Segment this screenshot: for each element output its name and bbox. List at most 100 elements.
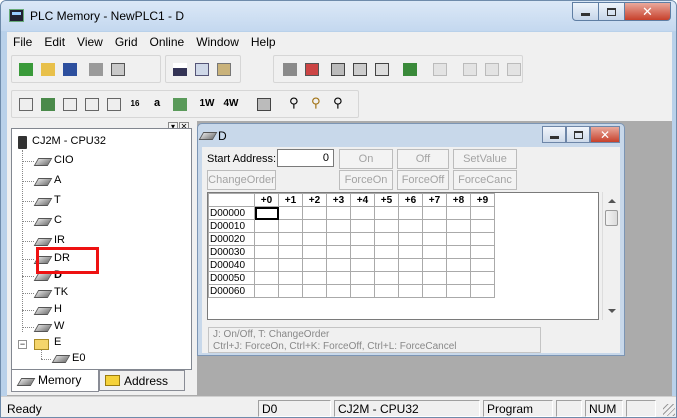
grid-scrollbar[interactable] [602,192,619,320]
grid-cell[interactable] [470,232,495,246]
grid-cell[interactable] [302,219,327,233]
grid-cell[interactable] [350,245,375,259]
grid-cell[interactable] [470,245,495,259]
grid-cell[interactable] [398,219,423,233]
scroll-up-icon[interactable] [608,199,616,203]
menu-file[interactable]: File [7,35,38,49]
grid-column-header[interactable]: +8 [446,193,471,207]
grid-cell[interactable] [278,232,303,246]
grid-column-header[interactable]: +5 [374,193,399,207]
grid-cell[interactable] [374,271,399,285]
grid-cell[interactable] [254,258,279,272]
grid-cell[interactable] [374,258,399,272]
collapse-icon[interactable]: − [18,340,27,349]
bcd-button[interactable] [103,94,123,114]
grid-cell[interactable] [254,206,279,220]
clear-button[interactable] [399,59,419,79]
open-button[interactable] [37,59,57,79]
grid-cell[interactable] [422,232,447,246]
grid-cell[interactable] [350,232,375,246]
grid-column-header[interactable]: +2 [302,193,327,207]
grid-cell[interactable] [350,206,375,220]
menu-edit[interactable]: Edit [38,35,71,49]
inner-maximize-button[interactable] [566,126,590,143]
grid-cell[interactable] [302,206,327,220]
tree-root-cpu[interactable]: CJ2M - CPU32 [32,135,106,147]
grid-cell[interactable] [422,258,447,272]
grid-cell[interactable] [398,284,423,298]
grid-cell[interactable] [350,284,375,298]
word-4w-button[interactable]: 4W [221,94,241,114]
zoom-button[interactable]: ⚲ [285,94,305,114]
grid-column-header[interactable]: +0 [254,193,279,207]
grid-cell[interactable] [278,258,303,272]
new-button[interactable] [15,59,35,79]
grid-cell[interactable] [470,271,495,285]
grid-cell[interactable] [422,245,447,259]
grid-cell[interactable] [470,219,495,233]
grid-cell[interactable] [398,232,423,246]
display-button[interactable] [37,94,57,114]
menu-online[interactable]: Online [144,35,191,49]
change-order-button[interactable]: ChangeOrder [207,170,276,190]
tree-item-ir[interactable]: IR [54,234,65,246]
grid-cell[interactable] [398,271,423,285]
word-1w-button[interactable]: 1W [197,94,217,114]
disabled-button-3[interactable] [481,59,501,79]
tree-item-c[interactable]: C [54,214,62,226]
hex16-button[interactable]: 16 [125,94,145,114]
grid-column-header[interactable]: +3 [326,193,351,207]
grid-column-header[interactable]: +6 [398,193,423,207]
upload-button[interactable] [327,59,347,79]
grid-cell[interactable] [302,271,327,285]
grid-cell[interactable] [422,271,447,285]
grid-cell[interactable] [254,271,279,285]
save-button[interactable] [59,59,79,79]
tree-item-e[interactable]: E [54,336,61,348]
grid-cell[interactable] [254,232,279,246]
tree-item-cio[interactable]: CIO [54,154,74,166]
grid-cell[interactable] [278,206,303,220]
grid-cell[interactable] [374,245,399,259]
print-button[interactable] [85,59,105,79]
tree-item-w[interactable]: W [54,320,64,332]
menu-help[interactable]: Help [245,35,282,49]
copy-button[interactable] [191,59,211,79]
tree-item-tk[interactable]: TK [54,286,68,298]
resize-grip-icon[interactable] [663,404,675,416]
grid-cell[interactable] [446,206,471,220]
grid-cell[interactable] [446,271,471,285]
monitor-button[interactable] [301,59,321,79]
tab-memory[interactable]: Memory [11,370,99,392]
disabled-button-1[interactable] [429,59,449,79]
grid-cell[interactable] [326,232,351,246]
tab-address[interactable]: Address [99,370,185,391]
grid-cell[interactable] [470,284,495,298]
grid-cell[interactable] [374,206,399,220]
grid-cell[interactable] [422,206,447,220]
ascii-button[interactable]: a [147,94,167,114]
tree-item-a[interactable]: A [54,174,61,186]
disabled-button-4[interactable] [503,59,523,79]
start-address-input[interactable]: 0 [277,149,334,167]
grid-cell[interactable] [446,245,471,259]
grid-column-header[interactable]: +4 [350,193,375,207]
scroll-thumb[interactable] [605,210,618,226]
grid-cell[interactable] [398,258,423,272]
bin-button[interactable] [15,94,35,114]
minimize-button[interactable] [572,2,599,21]
grid-cell[interactable] [470,206,495,220]
float-button[interactable] [169,94,189,114]
inner-minimize-button[interactable] [542,126,566,143]
grid-cell[interactable] [446,219,471,233]
grid-cell[interactable] [278,284,303,298]
grid-cell[interactable] [302,284,327,298]
grid-cell[interactable] [446,232,471,246]
grid-cell[interactable] [422,284,447,298]
grid-cell[interactable] [326,271,351,285]
compare-button[interactable] [371,59,391,79]
zoom-out-button[interactable]: ⚲ [329,94,349,114]
grid-view-button[interactable] [253,94,273,114]
signed-decimal-button[interactable] [81,94,101,114]
grid-cell[interactable] [326,245,351,259]
